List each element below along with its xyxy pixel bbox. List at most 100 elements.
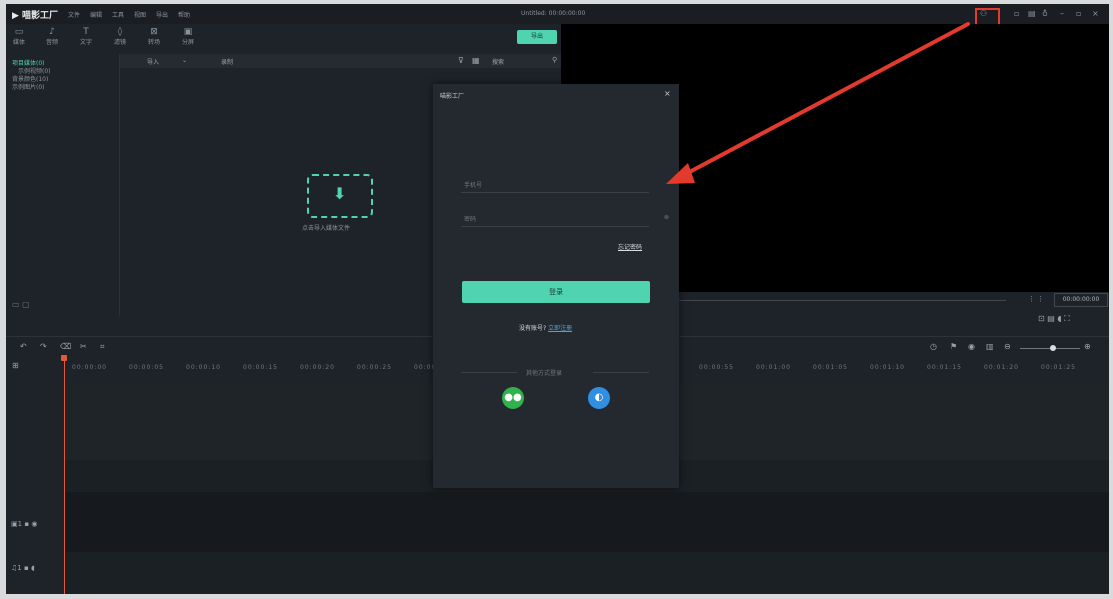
tool-media[interactable]: ▭ 媒体 xyxy=(6,27,32,46)
tool-split-screen-label: 分屏 xyxy=(181,39,194,46)
zoom-out-icon[interactable]: ⊖ xyxy=(1004,342,1011,351)
password-placeholder: 密码 xyxy=(464,216,477,223)
playback-controls[interactable]: ⋮ ⋮ xyxy=(1028,295,1044,303)
other-login-label: 其他方式登录 xyxy=(526,370,563,377)
redo-icon[interactable]: ↷ xyxy=(40,342,47,351)
ruler-tick-label: 00:00:05 xyxy=(129,364,164,371)
ruler-tick-label: 00:00:00 xyxy=(72,364,107,371)
ruler-tick-label: 00:00:20 xyxy=(300,364,335,371)
music-icon: ♪ xyxy=(49,27,55,37)
preview-scrubber[interactable] xyxy=(676,300,1006,301)
ruler-tick-label: 00:00:15 xyxy=(243,364,278,371)
video-track-icon: ▣ xyxy=(11,520,18,528)
ruler-tick-label: 00:01:10 xyxy=(870,364,905,371)
lock-icon[interactable]: ▪ xyxy=(24,564,29,572)
video-track[interactable] xyxy=(6,492,1109,552)
ruler-tick-label: 00:01:20 xyxy=(984,364,1019,371)
export-button[interactable]: 导出 xyxy=(517,30,557,44)
audio-track[interactable] xyxy=(6,552,1109,594)
eye-icon[interactable]: ◉ xyxy=(31,520,37,528)
speaker-icon[interactable]: ◖ xyxy=(31,564,35,572)
phone-placeholder: 手机号 xyxy=(464,182,483,189)
close-icon[interactable]: × xyxy=(1092,9,1099,18)
playhead-handle[interactable] xyxy=(61,355,67,361)
crop-icon[interactable]: ⌗ xyxy=(100,342,105,352)
minimize-icon[interactable]: – xyxy=(1060,9,1064,18)
cut-icon[interactable]: ✂ xyxy=(80,342,87,351)
import-dropdown[interactable]: 导入 xyxy=(147,57,159,66)
layout-icon[interactable]: ▤ xyxy=(1028,9,1036,18)
record-dropdown[interactable]: 录制 xyxy=(221,57,233,66)
lock-icon[interactable]: ▪ xyxy=(24,520,29,528)
zoom-slider-knob[interactable] xyxy=(1050,345,1056,351)
mixer-icon[interactable]: ▥ xyxy=(986,342,994,351)
tool-split-screen[interactable]: ▣ 分屏 xyxy=(175,27,201,46)
register-prompt: 没有账号? 立即注册 xyxy=(519,323,572,332)
password-field[interactable]: 密码 ⊗ xyxy=(461,212,669,227)
wechat-icon: ●● xyxy=(504,392,522,403)
ruler-tick-label: 00:01:00 xyxy=(756,364,791,371)
tool-text[interactable]: T 文字 xyxy=(73,27,99,46)
notification-icon[interactable]: ♁ xyxy=(1042,9,1048,18)
video-track-label: 1 xyxy=(17,520,23,528)
filter-icon[interactable]: ⊽ xyxy=(458,56,464,65)
app-window: ▶ 喵影工厂 文件 编辑 工具 视图 导出 帮助 Untitled: 00:00… xyxy=(6,4,1109,594)
search-input[interactable]: 搜索 xyxy=(492,57,504,66)
delete-icon[interactable]: ⌫ xyxy=(60,342,71,351)
eye-icon[interactable]: ⊗ xyxy=(664,214,669,221)
cart-icon[interactable]: ▫ xyxy=(1014,9,1019,18)
undo-icon[interactable]: ↶ xyxy=(20,342,27,351)
tree-item-sample-image[interactable]: 示例图片(0) xyxy=(12,82,45,91)
wechat-login-button[interactable]: ●● xyxy=(502,387,524,409)
add-track-icon[interactable]: ⊞ xyxy=(12,361,19,370)
phone-field[interactable]: 手机号 xyxy=(461,178,649,193)
audio-track-header: ♫1 ▪ ◖ xyxy=(11,564,35,572)
folder-icon: ▭ xyxy=(14,27,24,37)
menu-view[interactable]: 视图 xyxy=(134,10,146,19)
track-headers: ▣1 ▪ ◉ ♫1 ▪ ◖ xyxy=(6,384,64,594)
media-bar: 导入 ⌄ 录制 ⊽ ▦ 搜索 ⚲ xyxy=(120,54,561,68)
render-icon[interactable]: ◷ xyxy=(930,342,937,351)
ruler-tick-label: 00:01:05 xyxy=(813,364,848,371)
maximize-icon[interactable]: ▫ xyxy=(1076,9,1081,18)
search-icon[interactable]: ⚲ xyxy=(552,56,557,64)
login-dialog: 喵影工厂 × 手机号 密码 ⊗ 忘记密码 登录 没有账号? 立即注册 其他方式登… xyxy=(433,84,679,488)
split-screen-icon: ▣ xyxy=(183,27,193,37)
tool-transition[interactable]: ⊠ 转场 xyxy=(141,27,167,46)
text-icon: T xyxy=(83,27,89,37)
forgot-password-link[interactable]: 忘记密码 xyxy=(618,242,642,251)
ruler-tick-label: 00:01:25 xyxy=(1041,364,1076,371)
divider xyxy=(461,372,517,373)
tool-filter-label: 滤镜 xyxy=(113,39,126,46)
ruler-tick-label: 00:00:25 xyxy=(357,364,392,371)
zoom-in-icon[interactable]: ⊕ xyxy=(1084,342,1091,351)
grid-view-icon[interactable]: ▦ xyxy=(472,56,480,65)
tool-transition-label: 转场 xyxy=(147,39,160,46)
qq-icon: ◐ xyxy=(594,392,604,403)
snapshot-icon[interactable]: ⊡ ▤ ◖ ⛶ xyxy=(1038,314,1070,324)
tool-text-label: 文字 xyxy=(79,39,92,46)
filter-icon: ◊ xyxy=(117,27,123,37)
menu-tools[interactable]: 工具 xyxy=(112,10,124,19)
register-link[interactable]: 立即注册 xyxy=(548,325,572,332)
audio-track-label: 1 xyxy=(17,564,22,572)
menu-export[interactable]: 导出 xyxy=(156,10,168,19)
chevron-down-icon[interactable]: ⌄ xyxy=(182,57,187,64)
menu-edit[interactable]: 编辑 xyxy=(90,10,102,19)
marker-icon[interactable]: ⚑ xyxy=(950,342,957,351)
qq-login-button[interactable]: ◐ xyxy=(588,387,610,409)
app-logo: ▶ 喵影工厂 xyxy=(12,11,59,21)
ruler-tick-label: 00:00:55 xyxy=(699,364,734,371)
playhead[interactable] xyxy=(64,356,65,594)
video-track-header: ▣1 ▪ ◉ xyxy=(11,520,37,528)
mic-icon[interactable]: ◉ xyxy=(968,342,975,351)
login-button[interactable]: 登录 xyxy=(462,281,650,303)
tool-audio[interactable]: ♪ 音频 xyxy=(39,27,65,46)
tool-audio-label: 音频 xyxy=(45,39,58,46)
menu-help[interactable]: 帮助 xyxy=(178,10,190,19)
close-icon[interactable]: × xyxy=(664,89,671,98)
menu-file[interactable]: 文件 xyxy=(68,10,80,19)
new-folder-icon[interactable]: ▭ ▢ xyxy=(12,300,30,309)
tool-filter[interactable]: ◊ 滤镜 xyxy=(107,27,133,46)
import-hint: 点击导入媒体文件 xyxy=(302,225,351,232)
